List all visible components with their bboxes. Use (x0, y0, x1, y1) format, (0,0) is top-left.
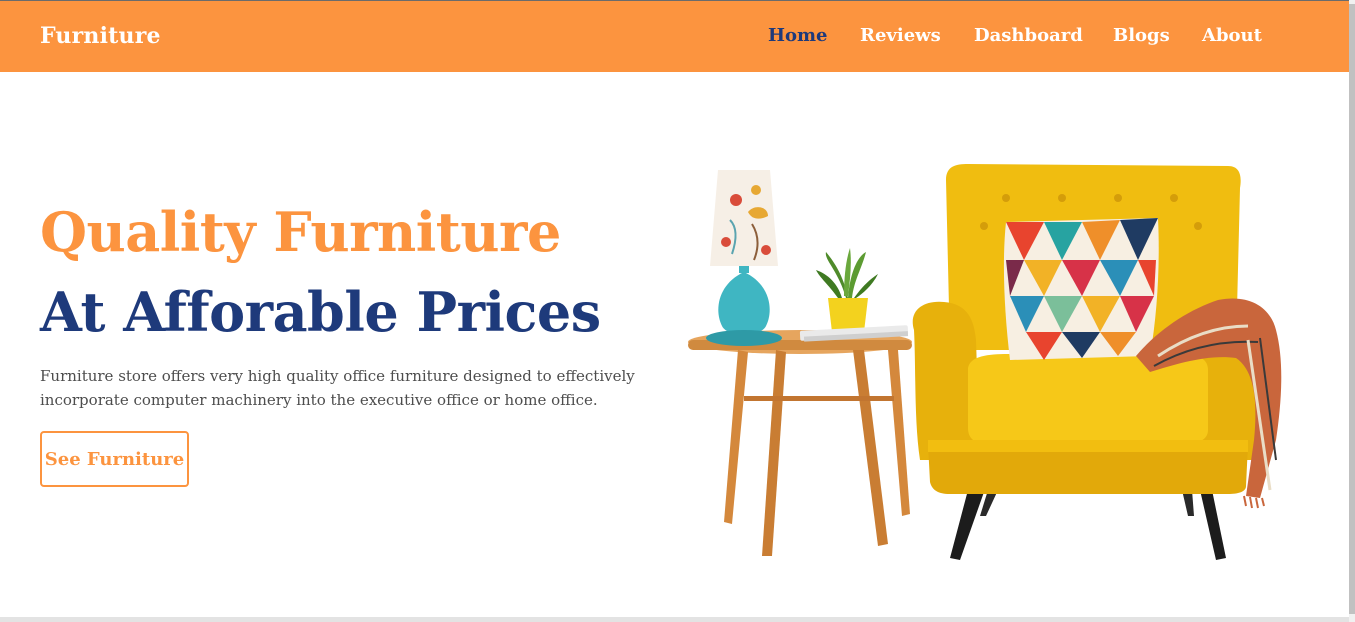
hero-furniture-image (688, 164, 1282, 560)
hero-description: Furniture store offers very high quality… (40, 367, 635, 409)
nav-link-blogs[interactable]: Blogs (1113, 25, 1170, 46)
page-scrollbar[interactable] (1349, 0, 1355, 622)
nav-link-about[interactable]: About (1202, 25, 1262, 46)
nav-links: Home Reviews Dashboard Blogs About (0, 25, 1349, 55)
hero-title-prices: At Afforable Prices (40, 280, 601, 344)
nav-link-home[interactable]: Home (768, 25, 828, 46)
nav-link-dashboard[interactable]: Dashboard (974, 25, 1083, 46)
top-navbar: Furniture Home Reviews Dashboard Blogs A… (0, 0, 1349, 72)
bottom-edge (0, 617, 1349, 622)
see-furniture-button[interactable]: See Furniture (40, 431, 189, 487)
scrollbar-thumb[interactable] (1349, 4, 1355, 614)
hero-title-quality: Quality Furniture (40, 200, 561, 264)
nav-link-reviews[interactable]: Reviews (860, 25, 941, 46)
